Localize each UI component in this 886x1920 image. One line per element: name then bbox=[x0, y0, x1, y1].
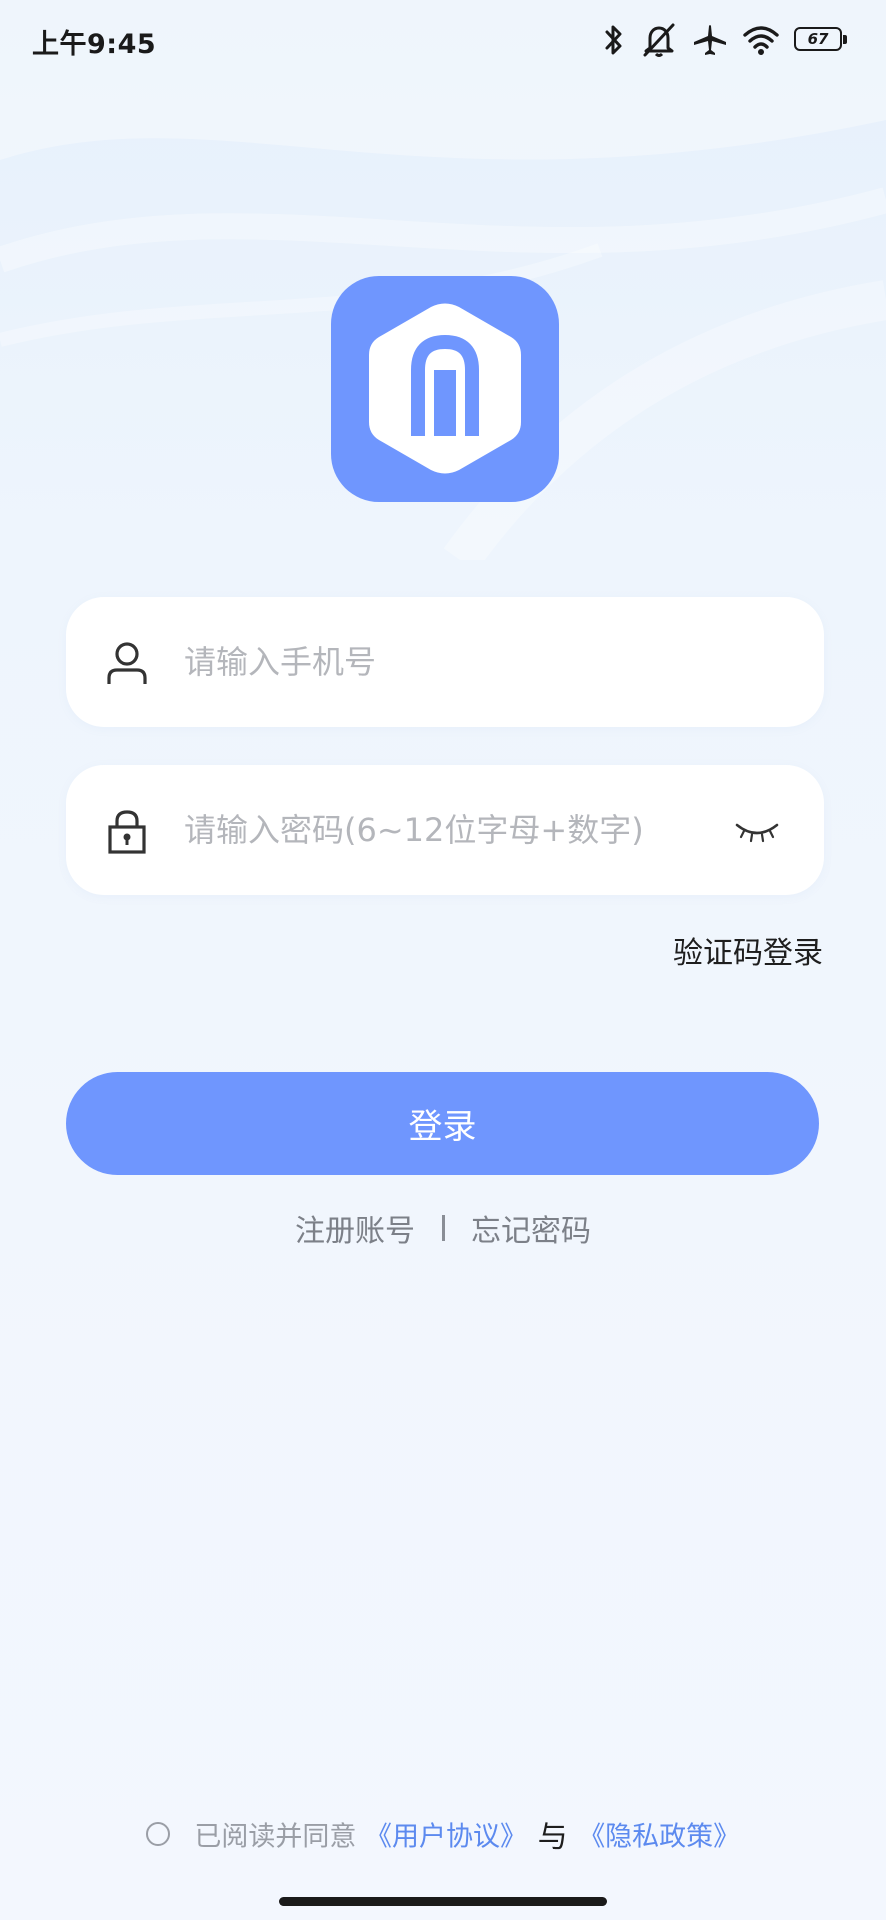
forgot-password-link[interactable]: 忘记密码 bbox=[471, 1214, 591, 1249]
lock-icon bbox=[108, 810, 146, 854]
app-logo bbox=[331, 276, 559, 502]
sms-code-login-link[interactable]: 验证码登录 bbox=[673, 928, 823, 972]
user-icon bbox=[107, 642, 147, 684]
password-input[interactable] bbox=[184, 795, 724, 865]
agreement-checkbox[interactable] bbox=[145, 1822, 170, 1846]
wifi-icon bbox=[743, 26, 779, 55]
agreement-prefix: 已阅读并同意 bbox=[194, 1821, 357, 1853]
link-divider bbox=[441, 1215, 445, 1241]
agreement-conjunction: 与 bbox=[537, 1820, 568, 1855]
phone-field[interactable] bbox=[66, 597, 824, 727]
login-button[interactable]: 登录 bbox=[66, 1072, 819, 1175]
battery-level: 67 bbox=[807, 30, 829, 48]
agreement-row: 已阅读并同意 《用户协议》 与 《隐私政策》 bbox=[0, 1812, 886, 1856]
user-agreement-link[interactable]: 《用户协议》 bbox=[365, 1822, 527, 1853]
phone-input[interactable] bbox=[184, 627, 724, 697]
status-bar: 上午9:45 67 bbox=[0, 0, 886, 80]
privacy-policy-link[interactable]: 《隐私政策》 bbox=[578, 1822, 740, 1853]
password-field[interactable] bbox=[66, 765, 824, 895]
airplane-icon bbox=[694, 25, 726, 55]
eye-closed-icon[interactable] bbox=[734, 815, 780, 845]
battery-icon: 67 bbox=[794, 27, 850, 53]
status-time: 上午9:45 bbox=[32, 29, 157, 60]
mute-bell-icon bbox=[643, 23, 675, 57]
bluetooth-icon bbox=[605, 25, 622, 55]
home-indicator[interactable] bbox=[279, 1897, 607, 1906]
status-icons: 67 bbox=[602, 20, 850, 60]
register-link[interactable]: 注册账号 bbox=[295, 1214, 415, 1249]
account-links: 注册账号 忘记密码 bbox=[0, 1206, 886, 1250]
